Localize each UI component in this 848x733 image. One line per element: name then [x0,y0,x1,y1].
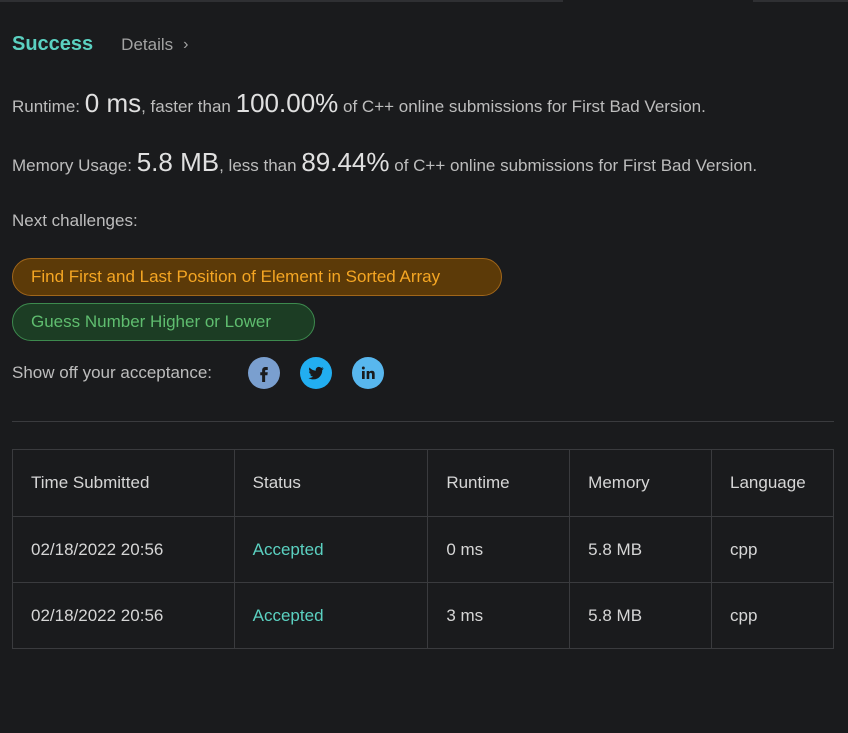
facebook-icon[interactable] [248,357,281,389]
challenge-pill-guess-number[interactable]: Guess Number Higher or Lower [12,303,315,341]
submissions-table: Time Submitted Status Runtime Memory Lan… [12,449,834,649]
runtime-suffix: of C++ online submissions for First Bad … [343,97,706,116]
cell-memory: 5.8 MB [569,582,713,649]
table-header-row: Time Submitted Status Runtime Memory Lan… [12,449,834,517]
table-row: 02/18/2022 20:56 Accepted 0 ms 5.8 MB cp… [12,516,834,583]
column-header-time: Time Submitted [12,449,235,517]
memory-suffix: of C++ online submissions for First Bad … [394,156,758,175]
linkedin-icon[interactable] [352,357,385,389]
cell-language: cpp [711,582,834,649]
memory-percent: 89.44% [301,147,390,177]
cell-runtime: 0 ms [427,516,571,583]
runtime-middle: , faster than [141,97,231,116]
share-row: Show off your acceptance: [12,357,404,389]
active-tab-gap [563,0,753,2]
column-header-status: Status [233,449,429,517]
details-link[interactable]: Details › [121,35,188,55]
memory-middle: , less than [219,156,297,175]
cell-status-link[interactable]: Accepted [233,582,429,649]
memory-summary: Memory Usage: 5.8 MB, less than 89.44% o… [12,147,757,178]
challenge-pill-find-first-last[interactable]: Find First and Last Position of Element … [12,258,502,296]
cell-time: 02/18/2022 20:56 [12,516,235,583]
cell-status-link[interactable]: Accepted [233,516,429,583]
memory-label: Memory Usage: [12,156,132,175]
cell-memory: 5.8 MB [569,516,713,583]
column-header-language: Language [711,449,834,517]
runtime-label: Runtime: [12,97,81,116]
runtime-value: 0 ms [84,88,142,118]
runtime-summary: Runtime: 0 ms, faster than 100.00% of C+… [12,88,706,119]
section-divider [12,421,834,422]
cell-time: 02/18/2022 20:56 [12,582,235,649]
twitter-icon[interactable] [300,357,333,389]
status-row: Success Details › [12,33,188,56]
details-label: Details [121,35,174,54]
result-status: Success [12,33,94,55]
cell-language: cpp [711,516,834,583]
cell-runtime: 3 ms [427,582,571,649]
chevron-right-icon: › [183,36,189,53]
runtime-percent: 100.00% [235,88,339,118]
table-row: 02/18/2022 20:56 Accepted 3 ms 5.8 MB cp… [12,582,834,649]
column-header-memory: Memory [569,449,713,517]
column-header-runtime: Runtime [427,449,571,517]
share-label: Show off your acceptance: [12,363,213,382]
next-challenges-label: Next challenges: [12,211,138,230]
memory-value: 5.8 MB [136,147,220,177]
